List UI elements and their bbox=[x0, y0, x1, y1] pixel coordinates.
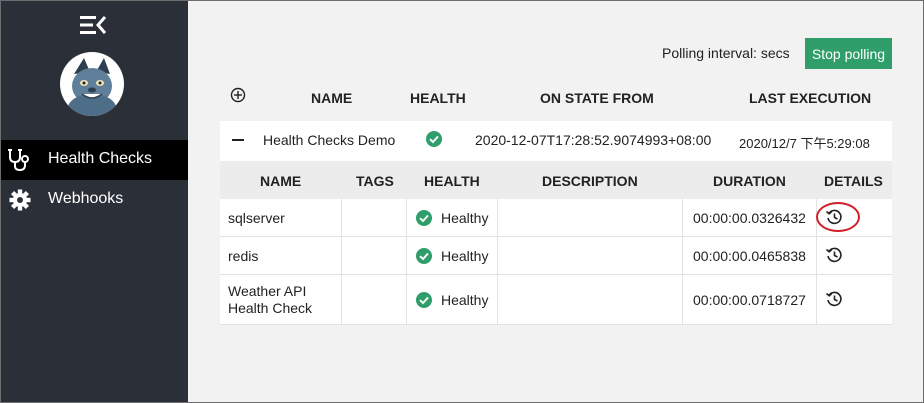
healthy-check-icon bbox=[416, 248, 432, 264]
add-circle-icon[interactable] bbox=[230, 87, 246, 103]
check-name: redis bbox=[228, 248, 259, 264]
column-header-duration: DURATION bbox=[713, 173, 786, 189]
health-status: Healthy bbox=[441, 248, 489, 264]
collapse-minus-icon[interactable] bbox=[232, 139, 244, 141]
table-header: NAME TAGS HEALTH DESCRIPTION DURATION DE… bbox=[220, 161, 892, 199]
sidebar-item-label: Health Checks bbox=[48, 150, 153, 167]
history-icon[interactable] bbox=[824, 245, 844, 265]
check-name-line-1: Weather API bbox=[228, 283, 307, 299]
sidebar-item-label: Webhooks bbox=[48, 190, 124, 207]
health-status: Healthy bbox=[441, 292, 489, 308]
duration-value: 00:00:00.0718727 bbox=[693, 292, 806, 308]
healthy-check-icon bbox=[416, 210, 432, 226]
menu-collapse-icon[interactable] bbox=[80, 14, 106, 36]
sidebar-item-webhooks[interactable]: Webhooks bbox=[0, 180, 188, 220]
polling-interval-label: Polling interval: secs bbox=[662, 45, 790, 61]
health-check-group-row[interactable]: Health Checks Demo 2020-12-07T17:28:52.9… bbox=[220, 121, 892, 161]
history-icon[interactable] bbox=[824, 207, 844, 227]
health-status: Healthy bbox=[441, 210, 489, 226]
column-header-details: DETAILS bbox=[824, 173, 883, 189]
avatar bbox=[60, 52, 124, 116]
duration-value: 00:00:00.0326432 bbox=[693, 210, 806, 226]
column-header-description: DESCRIPTION bbox=[542, 173, 638, 189]
stethoscope-icon bbox=[8, 149, 29, 172]
stop-polling-button[interactable]: Stop polling bbox=[805, 38, 892, 69]
check-name-line-2: Health Check bbox=[228, 300, 313, 316]
sidebar-item-health-checks[interactable]: Health Checks bbox=[0, 140, 188, 180]
column-header-last-execution: LAST EXECUTION bbox=[749, 90, 872, 106]
healthy-check-icon bbox=[426, 131, 442, 147]
group-on-state-from: 2020-12-07T17:28:52.9074993+08:00 bbox=[475, 132, 712, 148]
column-header-on-state-from: ON STATE FROM bbox=[540, 90, 654, 106]
column-header-name: NAME bbox=[311, 90, 353, 106]
healthy-check-icon bbox=[416, 292, 432, 308]
main-content: Polling interval: secs Stop polling NAME… bbox=[188, 0, 924, 403]
check-name: sqlserver bbox=[228, 210, 285, 226]
mascot-avatar bbox=[68, 58, 116, 116]
group-name: Health Checks Demo bbox=[263, 132, 396, 148]
table-row: Weather API Health Check Healthy 00:00:0… bbox=[220, 275, 892, 325]
history-icon[interactable] bbox=[824, 289, 844, 309]
gear-icon bbox=[9, 189, 31, 211]
duration-value: 00:00:00.0465838 bbox=[693, 248, 806, 264]
column-header-health: HEALTH bbox=[424, 173, 480, 189]
group-last-execution: 2020/12/7 下午5:29:08 bbox=[739, 136, 870, 151]
column-header-name: NAME bbox=[260, 173, 302, 189]
table-row: redis Healthy 00:00:00.0465838 bbox=[220, 237, 892, 275]
table-row: sqlserver Healthy 00:00:00.0326432 bbox=[220, 199, 892, 237]
column-header-health: HEALTH bbox=[410, 90, 466, 106]
sidebar: Health Checks Webhooks bbox=[0, 0, 188, 403]
column-header-tags: TAGS bbox=[356, 173, 394, 189]
